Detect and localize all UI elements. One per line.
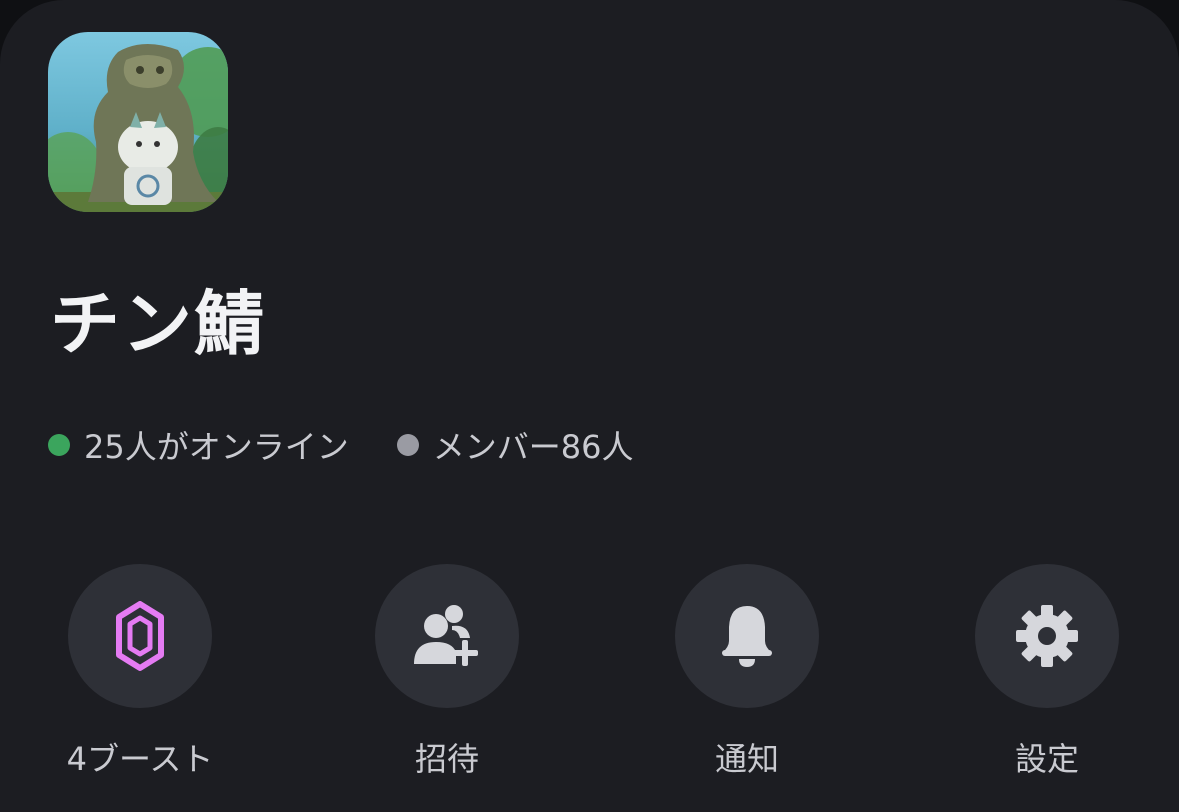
server-stats: 25人がオンライン メンバー86人 [48,420,633,470]
settings-button-circle[interactable] [975,564,1119,708]
server-info-sheet: チン鯖 25人がオンライン メンバー86人 4ブースト 招待 通知 設定 [0,0,1179,812]
notifications-button[interactable]: 通知 [627,564,867,780]
member-count: メンバー86人 [396,422,634,468]
boost-gem-icon [116,601,164,671]
notifications-button-circle[interactable] [675,564,819,708]
invite-button[interactable]: 招待 [327,564,567,780]
member-status-dot-icon [396,434,419,456]
boost-button[interactable]: 4ブースト [20,564,260,780]
add-user-icon [414,605,478,666]
invite-label: 招待 [414,740,479,778]
online-count: 25人がオンライン [48,422,349,468]
online-status-dot-icon [48,434,70,456]
boost-label: 4ブースト [66,740,214,778]
notifications-label: 通知 [714,740,779,778]
server-actions: 4ブースト 招待 通知 設定 [0,564,1179,794]
online-count-text: 25人がオンライン [84,428,349,466]
bell-icon [722,606,772,667]
server-name: チン鯖 [50,283,266,365]
boost-button-circle[interactable] [68,564,212,708]
invite-button-circle[interactable] [375,564,519,708]
settings-label: 設定 [1014,740,1079,778]
member-count-text: メンバー86人 [432,428,634,466]
gear-icon [1016,605,1078,667]
server-icon[interactable] [48,32,228,212]
server-icon-image [48,32,228,212]
settings-button[interactable]: 設定 [927,564,1167,780]
